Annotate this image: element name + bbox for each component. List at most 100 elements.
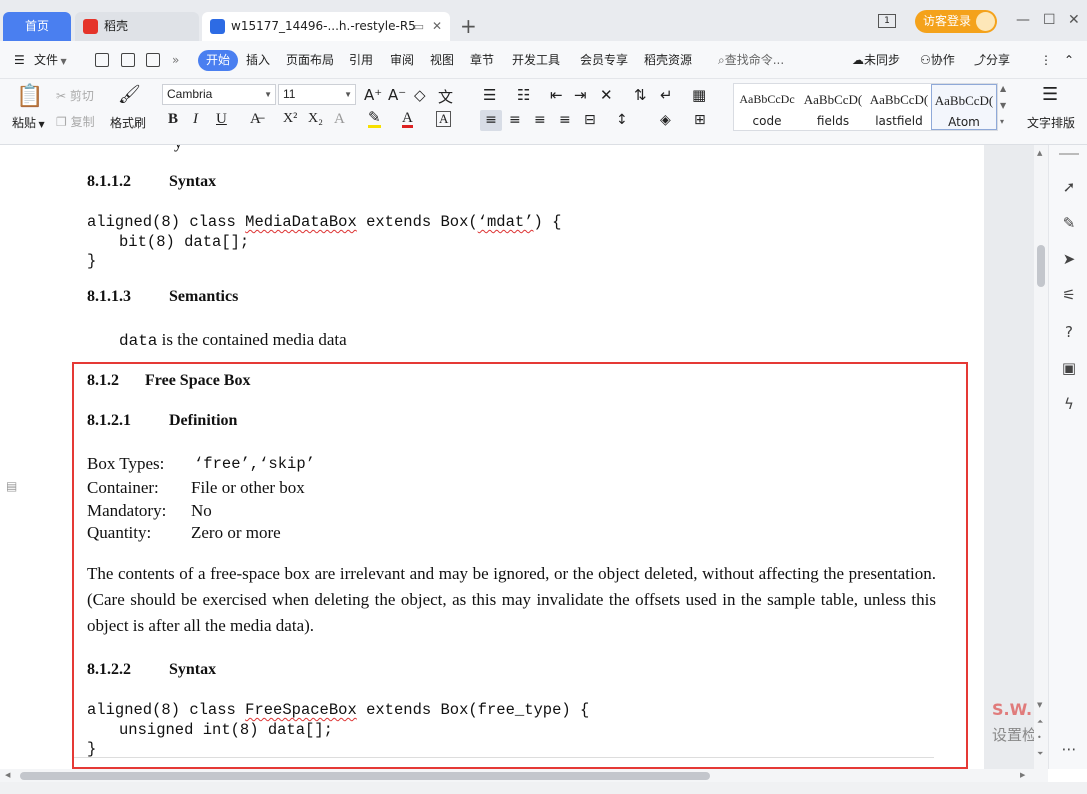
rocket-icon[interactable]: ➚ <box>1061 179 1077 195</box>
paste-button[interactable]: 粘贴 ▼ <box>12 114 45 131</box>
sync-status[interactable]: ☁未同步 <box>852 41 900 79</box>
new-tab-icon[interactable]: + <box>460 14 477 38</box>
text-layout-icon[interactable]: ☰ <box>1042 84 1058 105</box>
scroll-down-icon[interactable]: ▼ <box>1037 701 1042 709</box>
style-code[interactable]: AaBbCcDc code <box>734 84 800 130</box>
style-lastfield[interactable]: AaBbCcD( lastfield <box>866 84 932 130</box>
align-right-icon[interactable]: ≡ <box>534 112 546 128</box>
menu-chapter[interactable]: 章节 <box>470 41 494 79</box>
menu-insert[interactable]: 插入 <box>246 41 270 79</box>
export-icon[interactable] <box>121 53 135 67</box>
clear-format-icon[interactable]: ◇ <box>414 86 426 104</box>
menu-start[interactable]: 开始 <box>198 50 239 71</box>
font-color-icon[interactable]: A <box>402 111 413 128</box>
collab-button[interactable]: ⚇协作 <box>920 41 955 79</box>
chinese-layout-icon[interactable]: ✕ <box>600 86 613 104</box>
monitor-icon[interactable]: ▭ <box>414 12 424 41</box>
lightning-icon[interactable]: ϟ <box>1061 396 1077 412</box>
borders-icon[interactable]: ⊞ <box>694 112 706 128</box>
nav-pane-icon[interactable]: ▤ <box>6 479 17 493</box>
prev-page-icon[interactable]: ⏶ <box>1037 717 1043 727</box>
grow-font-icon[interactable]: A⁺ <box>364 86 382 104</box>
decrease-indent-icon[interactable]: ⇤ <box>550 86 563 104</box>
copy-button[interactable]: ❐ 复制 <box>56 113 95 130</box>
styles-scroll-up-icon[interactable]: ▲ <box>1000 84 1006 93</box>
shrink-font-icon[interactable]: A⁻ <box>388 86 406 104</box>
format-painter-button[interactable]: 格式刷 <box>110 114 146 131</box>
show-marks-icon[interactable]: ↵ <box>660 86 673 104</box>
more-icon[interactable]: » <box>172 41 179 79</box>
table-grid-icon[interactable]: ▦ <box>692 86 706 104</box>
menu-references[interactable]: 引用 <box>349 41 373 79</box>
styles-expand-icon[interactable]: ▾ <box>1000 117 1004 126</box>
distribute-icon[interactable]: ⊟ <box>584 112 596 128</box>
close-tab-icon[interactable]: ✕ <box>432 12 442 41</box>
collapse-ribbon-icon[interactable]: ⌃ <box>1064 41 1074 79</box>
pen-icon[interactable]: ✎ <box>1061 215 1077 231</box>
save-icon[interactable] <box>95 53 109 67</box>
menu-file[interactable]: 文件 ▼ <box>34 41 67 79</box>
align-left-icon[interactable]: ≡ <box>480 110 502 131</box>
bold-icon[interactable]: B <box>168 111 178 128</box>
text-layout-button[interactable]: 文字排版 <box>1027 114 1075 131</box>
italic-icon[interactable]: I <box>193 111 198 128</box>
strikethrough-icon[interactable]: A̶ <box>250 111 261 128</box>
superscript-icon[interactable]: X² <box>283 111 297 127</box>
panel-more-icon[interactable]: ⋯ <box>1061 741 1077 757</box>
text-effect-icon[interactable]: A <box>334 111 345 128</box>
help-icon[interactable]: ? <box>1061 324 1077 340</box>
menu-page-layout[interactable]: 页面布局 <box>286 41 334 79</box>
share-button[interactable]: ⤴分享 <box>974 41 1010 79</box>
paste-icon[interactable]: 📋 <box>16 84 43 109</box>
sort-icon[interactable]: ⇅ <box>634 86 647 104</box>
numbered-list-icon[interactable]: ☷ <box>517 86 530 104</box>
styles-scroll-down-icon[interactable]: ▼ <box>1000 101 1006 110</box>
select-browse-icon[interactable]: • <box>1037 733 1042 742</box>
visitor-login-button[interactable]: 访客登录 <box>915 10 997 33</box>
print-icon[interactable] <box>146 53 160 67</box>
scroll-left-icon[interactable]: ◀ <box>5 771 10 779</box>
tab-wps[interactable]: 稻壳 <box>75 12 199 41</box>
translate-icon[interactable]: ▣ <box>1061 360 1077 376</box>
shading-icon[interactable]: ◈ <box>660 112 671 128</box>
minimize-icon[interactable]: — <box>1016 12 1030 28</box>
phonetic-icon[interactable]: 文 <box>438 86 453 107</box>
cut-button[interactable]: ✂ 剪切 <box>56 87 94 104</box>
tab-document[interactable]: w15177_14496-...h.-restyle-R5 ▭ ✕ <box>202 12 450 41</box>
line-spacing-icon[interactable]: ↕ <box>616 112 628 128</box>
menu-member[interactable]: 会员专享 <box>580 41 628 79</box>
command-search[interactable]: ⌕查找命令... <box>718 41 784 79</box>
horizontal-scroll-thumb[interactable] <box>20 772 710 780</box>
vertical-scroll-thumb[interactable] <box>1037 245 1045 287</box>
bullet-list-icon[interactable]: ☰ <box>483 86 496 104</box>
horizontal-scrollbar[interactable]: ◀ ▶ <box>0 769 1048 782</box>
char-border-icon[interactable]: A <box>436 111 452 127</box>
highlight-icon[interactable]: ✎ <box>368 111 381 128</box>
style-fields[interactable]: AaBbCcD( fields <box>800 84 866 130</box>
scroll-right-icon[interactable]: ▶ <box>1020 771 1025 779</box>
subscript-icon[interactable]: X₂ <box>308 111 323 127</box>
scroll-up-icon[interactable]: ▲ <box>1037 149 1042 157</box>
menu-review[interactable]: 审阅 <box>390 41 414 79</box>
menu-docer[interactable]: 稻壳资源 <box>644 41 692 79</box>
hamburger-icon[interactable]: ☰ <box>14 41 25 79</box>
align-center-icon[interactable]: ≡ <box>509 112 521 128</box>
menu-view[interactable]: 视图 <box>430 41 454 79</box>
tab-home[interactable]: 首页 <box>3 12 71 41</box>
sliders-icon[interactable]: ⚟ <box>1061 287 1077 303</box>
underline-icon[interactable]: U <box>216 111 227 128</box>
maximize-icon[interactable]: ☐ <box>1043 12 1056 28</box>
increase-indent-icon[interactable]: ⇥ <box>574 86 587 104</box>
menu-developer[interactable]: 开发工具 <box>512 41 560 79</box>
font-size-select[interactable]: 11 ▼ <box>278 84 356 105</box>
close-window-icon[interactable]: ✕ <box>1068 12 1080 28</box>
more-options-icon[interactable]: ⋮ <box>1040 41 1052 79</box>
page-count-icon[interactable]: 1 <box>878 14 896 28</box>
font-name-select[interactable]: Cambria ▼ <box>162 84 276 105</box>
style-atom[interactable]: AaBbCcD( Atom <box>931 84 997 130</box>
brush-icon[interactable]: 🖌 <box>118 84 141 105</box>
next-page-icon[interactable]: ⏷ <box>1037 749 1043 759</box>
vertical-scrollbar[interactable]: ▲ ▼ ⏶ • ⏷ <box>1034 145 1048 769</box>
cursor-icon[interactable]: ➤ <box>1061 251 1077 267</box>
justify-icon[interactable]: ≡ <box>559 112 571 128</box>
